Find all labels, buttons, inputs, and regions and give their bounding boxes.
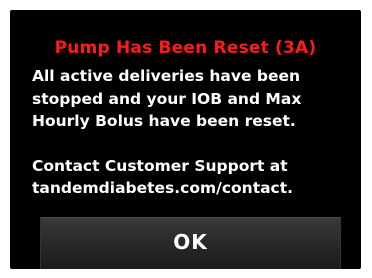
- ok-button[interactable]: OK: [40, 217, 341, 269]
- alert-title: Pump Has Been Reset (3A): [54, 38, 317, 58]
- message-line: Hourly Bolus have been reset.: [32, 112, 296, 130]
- pump-screen: Pump Has Been Reset (3A) All active deli…: [0, 0, 372, 278]
- message-line: stopped and your IOB and Max: [32, 89, 302, 108]
- contact-line: Contact Customer Support at: [32, 156, 288, 175]
- alert-message: All active deliveries have been stopped …: [32, 65, 357, 200]
- message-line: All active deliveries have been: [32, 67, 301, 85]
- contact-line: tandemdiabetes.com/contact.: [32, 179, 294, 197]
- alert-dialog: Pump Has Been Reset (3A) All active deli…: [10, 10, 361, 269]
